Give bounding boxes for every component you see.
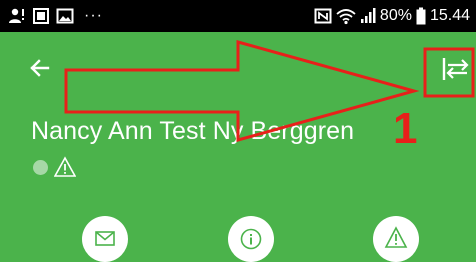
email-button[interactable] <box>82 216 128 262</box>
warning-icon <box>53 156 77 178</box>
status-bar: ··· 80% 15.44 <box>0 0 476 32</box>
info-icon <box>240 228 262 250</box>
mail-icon <box>95 231 115 246</box>
battery-percentage: 80% <box>379 7 412 24</box>
image-icon <box>56 7 74 25</box>
contact-screen: ··· 80% 15.44 Nancy Ann Test Ny Berggren… <box>0 0 476 262</box>
warning-button[interactable] <box>373 216 419 262</box>
presence-indicator <box>33 160 48 175</box>
info-button[interactable] <box>228 216 274 262</box>
status-overflow: ··· <box>84 7 103 24</box>
contact-name: Nancy Ann Test Ny Berggren <box>31 117 355 145</box>
wifi-icon <box>336 7 356 25</box>
swap-button[interactable] <box>436 54 472 84</box>
swap-arrows-icon <box>442 58 469 80</box>
status-right: 80% 15.44 <box>314 7 470 25</box>
sim-icon <box>32 7 50 25</box>
battery-icon <box>416 7 426 25</box>
signal-icon <box>360 7 376 25</box>
warning-icon <box>384 226 408 248</box>
arrow-left-icon <box>30 59 50 77</box>
person-icon <box>8 7 26 25</box>
back-button[interactable] <box>26 54 54 82</box>
nfc-icon <box>314 7 332 25</box>
clock: 15.44 <box>429 7 470 24</box>
annotation-number: 1 <box>393 104 418 153</box>
status-left: ··· <box>8 7 103 25</box>
